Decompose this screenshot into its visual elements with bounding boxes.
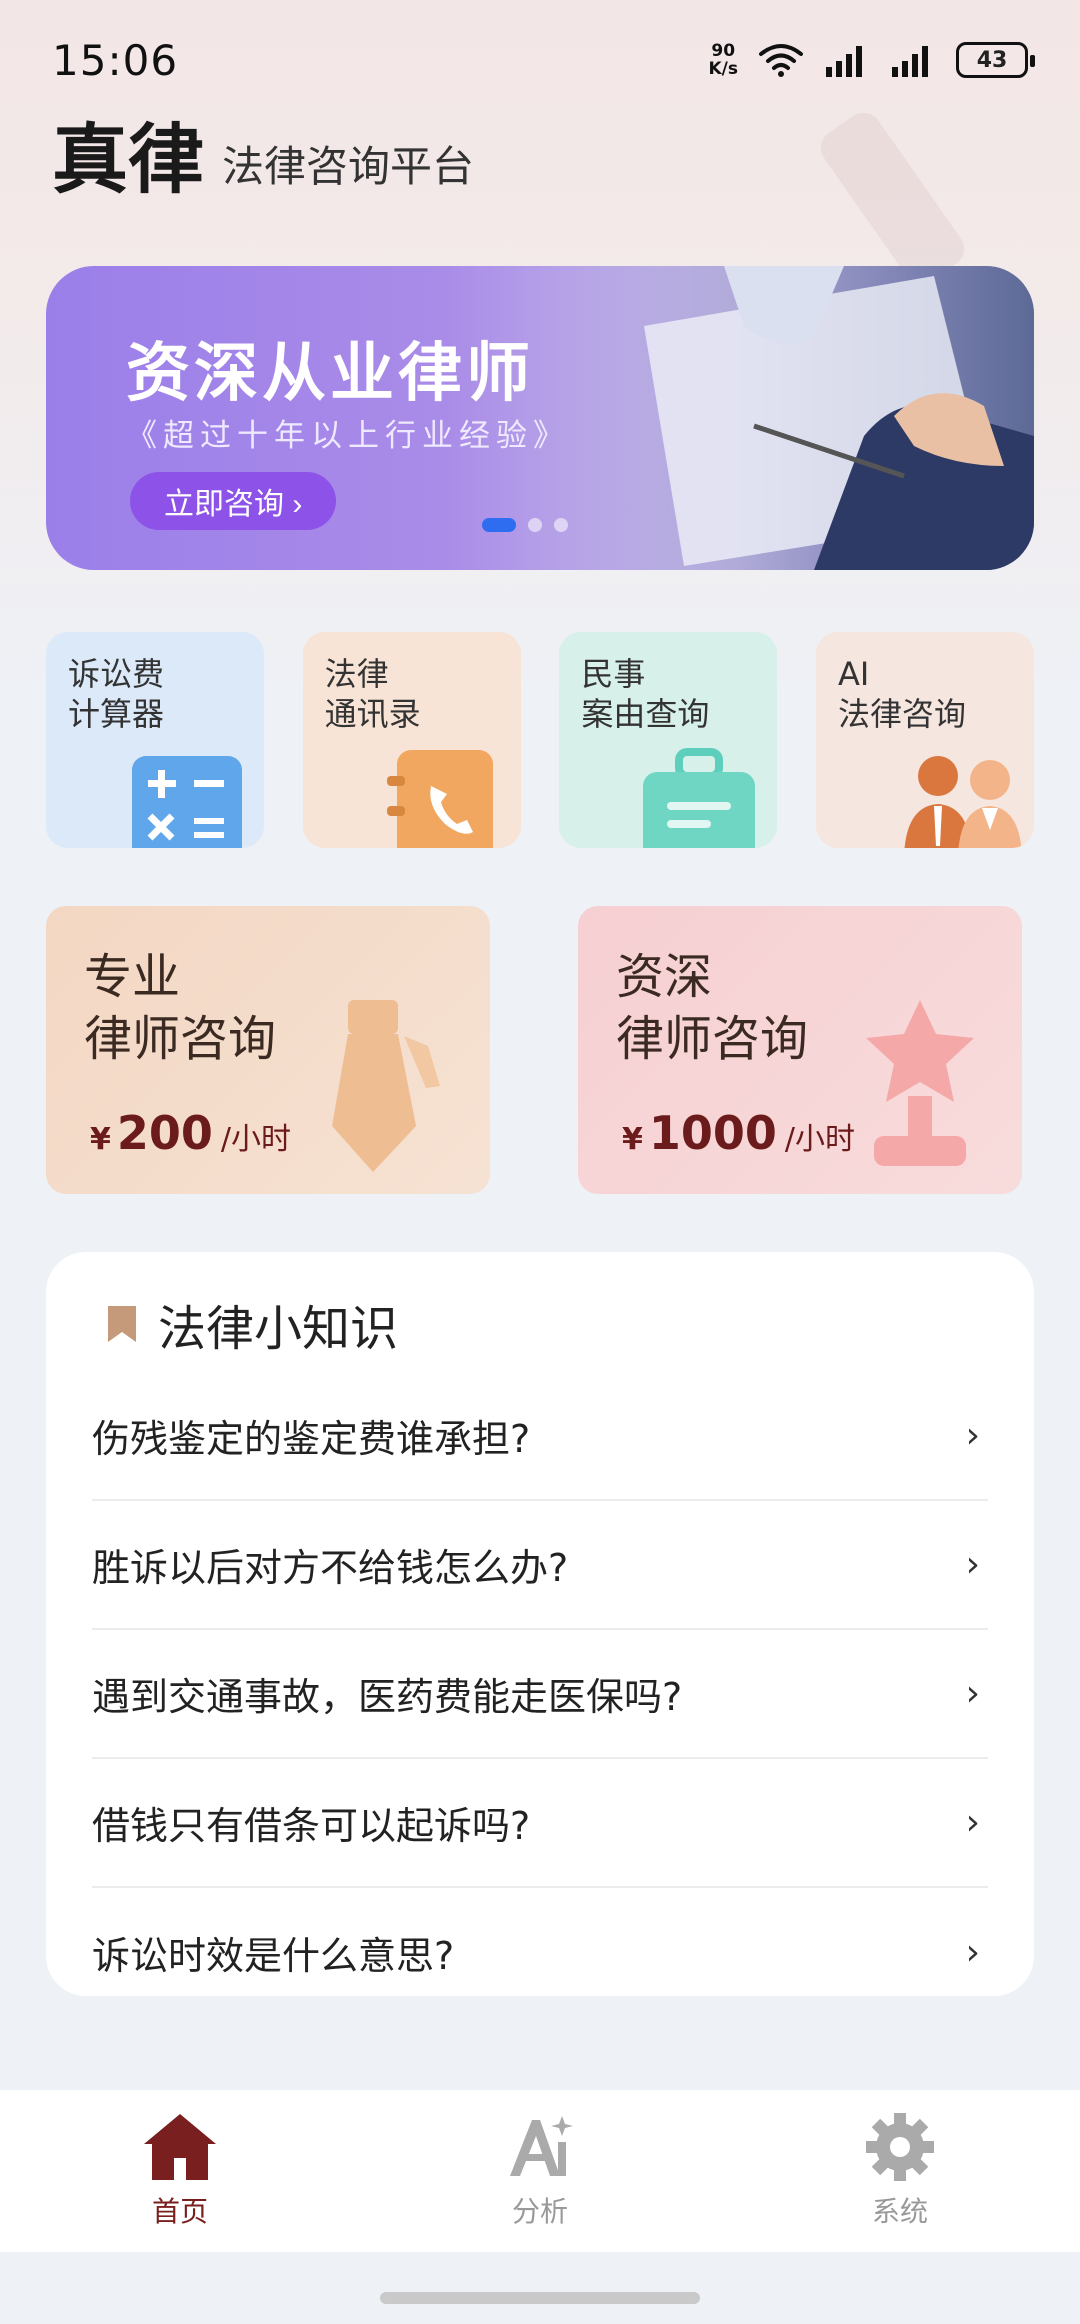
tile-label: 法律 通讯录 <box>324 655 421 733</box>
status-time: 15:06 <box>52 35 179 85</box>
pager-dot-active[interactable] <box>482 518 516 532</box>
quick-tools: 诉讼费 计算器 法律 通讯录 民事 案由查询 AI 法律咨询 <box>46 632 1034 848</box>
chevron-right-icon: › <box>965 1932 980 1973</box>
price-currency: ¥ <box>90 1122 111 1157</box>
bottom-nav: 首页 分析 系统 <box>0 2090 1080 2252</box>
status-icons: 90 K/s 43 <box>708 42 1035 78</box>
knowledge-header: 法律小知识 <box>92 1252 988 1372</box>
lawyers-icon <box>904 756 1022 848</box>
battery-icon: 43 <box>956 42 1035 78</box>
legal-knowledge-card: 法律小知识 伤残鉴定的鉴定费谁承担? › 胜诉以后对方不给钱怎么办? › 遇到交… <box>46 1252 1034 1996</box>
knowledge-title: 法律小知识 <box>158 1301 399 1357</box>
app-subtitle: 法律咨询平台 <box>222 142 475 191</box>
tile-label: 诉讼费 计算器 <box>68 655 165 733</box>
price-currency: ¥ <box>622 1122 643 1157</box>
chevron-right-icon: › <box>965 1802 980 1843</box>
consult-now-button[interactable]: 立即咨询 › <box>130 472 337 530</box>
nav-analysis[interactable]: 分析 <box>440 2112 640 2230</box>
tie-icon <box>332 1000 440 1172</box>
tile-civil-cause-search[interactable]: 民事 案由查询 <box>559 632 778 848</box>
banner-pager <box>482 518 568 532</box>
net-speed: 90 K/s <box>708 42 738 78</box>
trophy-icon <box>866 1000 974 1166</box>
app-title: 真律 <box>52 115 204 204</box>
price-unit: /小时 <box>784 1122 856 1157</box>
phone-book-icon <box>386 750 493 848</box>
knowledge-item[interactable]: 遇到交通事故，医药费能走医保吗? › <box>92 1630 988 1759</box>
tile-ai-consult[interactable]: AI 法律咨询 <box>815 632 1034 848</box>
bookmark-icon <box>108 1306 136 1342</box>
nav-system[interactable]: 系统 <box>800 2112 1000 2230</box>
home-icon <box>144 2114 216 2180</box>
tile-label: 民事 案由查询 <box>581 655 710 733</box>
knowledge-item-text: 诉讼时效是什么意思? <box>92 1934 455 1978</box>
professional-lawyer-card[interactable]: 专业 律师咨询 ¥ 200 /小时 <box>46 906 490 1194</box>
wifi-icon <box>759 44 803 77</box>
tile-label: AI 法律咨询 <box>837 655 966 733</box>
chevron-right-icon: › <box>965 1673 980 1714</box>
nav-label: 分析 <box>511 2195 568 2228</box>
tile-law-directory[interactable]: 法律 通讯录 <box>302 632 521 848</box>
home-indicator[interactable] <box>380 2292 700 2304</box>
briefcase-icon <box>643 748 756 848</box>
nav-label: 系统 <box>871 2195 928 2228</box>
banner-subtitle: 《超过十年以上行业经验》 <box>126 418 570 454</box>
status-bar: 15:06 90 K/s 43 <box>0 0 1080 120</box>
pager-dot[interactable] <box>528 518 542 532</box>
knowledge-item-text: 遇到交通事故，医药费能走医保吗? <box>92 1675 683 1719</box>
handshake-illustration <box>514 266 1034 570</box>
gear-icon <box>866 2113 934 2181</box>
price-unit: /小时 <box>220 1122 292 1157</box>
net-speed-value: 90 <box>711 41 736 61</box>
nav-home[interactable]: 首页 <box>80 2112 280 2230</box>
calculator-icon <box>132 756 242 848</box>
knowledge-item-text: 胜诉以后对方不给钱怎么办? <box>92 1546 569 1590</box>
net-speed-unit: K/s <box>708 59 738 79</box>
consult-price: ¥ 200 /小时 <box>90 1106 291 1160</box>
app-header: 真律 法律咨询平台 <box>52 122 474 198</box>
consult-options: 专业 律师咨询 ¥ 200 /小时 资深 律师咨询 ¥ 1000 /小时 <box>46 906 1022 1194</box>
knowledge-item-text: 借钱只有借条可以起诉吗? <box>92 1804 531 1848</box>
nav-label: 首页 <box>151 2195 208 2228</box>
chevron-right-icon: › <box>965 1544 980 1585</box>
knowledge-item[interactable]: 胜诉以后对方不给钱怎么办? › <box>92 1501 988 1630</box>
knowledge-item[interactable]: 诉讼时效是什么意思? › <box>92 1888 988 2017</box>
price-value: 200 <box>116 1106 213 1160</box>
knowledge-list: 伤残鉴定的鉴定费谁承担? › 胜诉以后对方不给钱怎么办? › 遇到交通事故，医药… <box>92 1372 988 2017</box>
banner-title: 资深从业律师 <box>126 337 534 411</box>
tile-fee-calculator[interactable]: 诉讼费 计算器 <box>46 632 264 848</box>
chevron-right-icon: › <box>965 1415 980 1456</box>
knowledge-item[interactable]: 借钱只有借条可以起诉吗? › <box>92 1759 988 1888</box>
pager-dot[interactable] <box>554 518 568 532</box>
signal-icon-2 <box>892 46 928 77</box>
ai-analysis-icon <box>510 2116 573 2176</box>
knowledge-item[interactable]: 伤残鉴定的鉴定费谁承担? › <box>92 1372 988 1501</box>
signal-icon <box>826 46 862 77</box>
consult-price: ¥ 1000 /小时 <box>622 1106 855 1160</box>
knowledge-item-text: 伤残鉴定的鉴定费谁承担? <box>92 1417 531 1461</box>
senior-lawyer-card[interactable]: 资深 律师咨询 ¥ 1000 /小时 <box>578 906 1022 1194</box>
price-value: 1000 <box>648 1106 777 1160</box>
